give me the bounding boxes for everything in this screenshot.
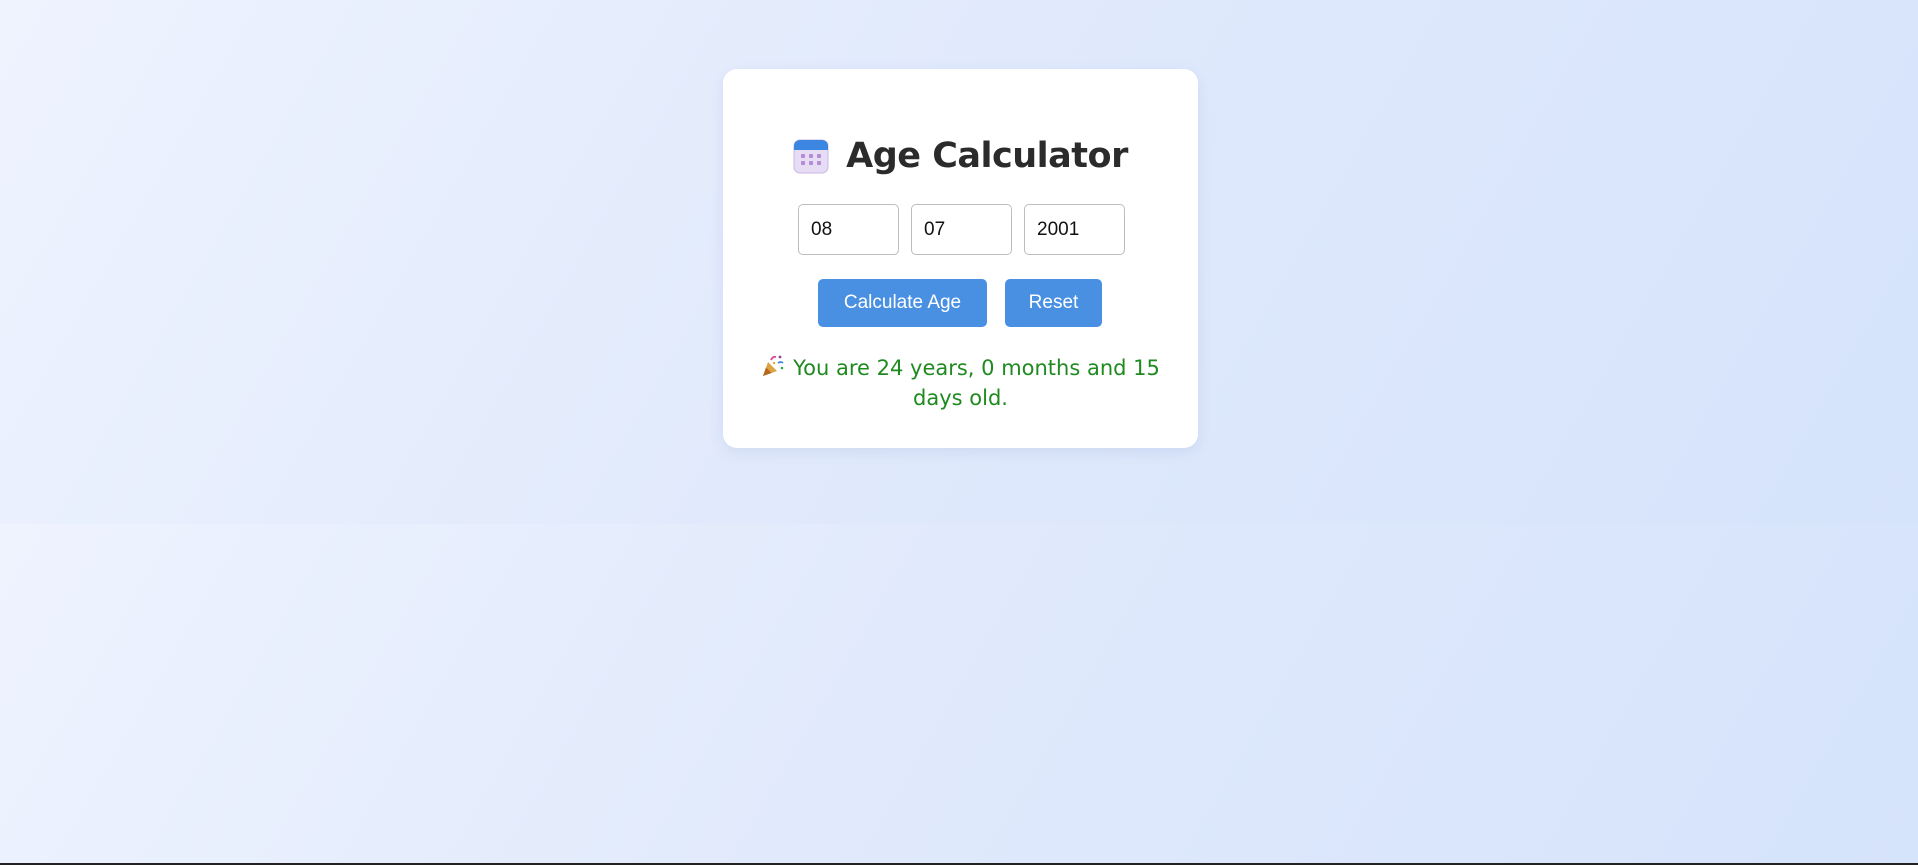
title-row: Age Calculator: [723, 136, 1198, 176]
calendar-icon: [793, 138, 829, 174]
day-input[interactable]: [798, 204, 899, 255]
page-title: Age Calculator: [846, 136, 1128, 176]
page-background-lower: [0, 524, 1918, 863]
age-calculator-card: Age Calculator Calculate Age Reset You a…: [723, 69, 1198, 448]
age-result: You are 24 years, 0 months and 15 days o…: [743, 353, 1178, 413]
reset-button[interactable]: Reset: [1005, 279, 1102, 327]
calculate-age-button[interactable]: Calculate Age: [818, 279, 987, 327]
month-input[interactable]: [911, 204, 1012, 255]
year-input[interactable]: [1024, 204, 1125, 255]
result-text: You are 24 years, 0 months and 15 days o…: [793, 356, 1160, 410]
party-popper-icon: [761, 354, 785, 378]
date-inputs: [798, 204, 1125, 255]
action-buttons: Calculate Age Reset: [818, 279, 1102, 327]
